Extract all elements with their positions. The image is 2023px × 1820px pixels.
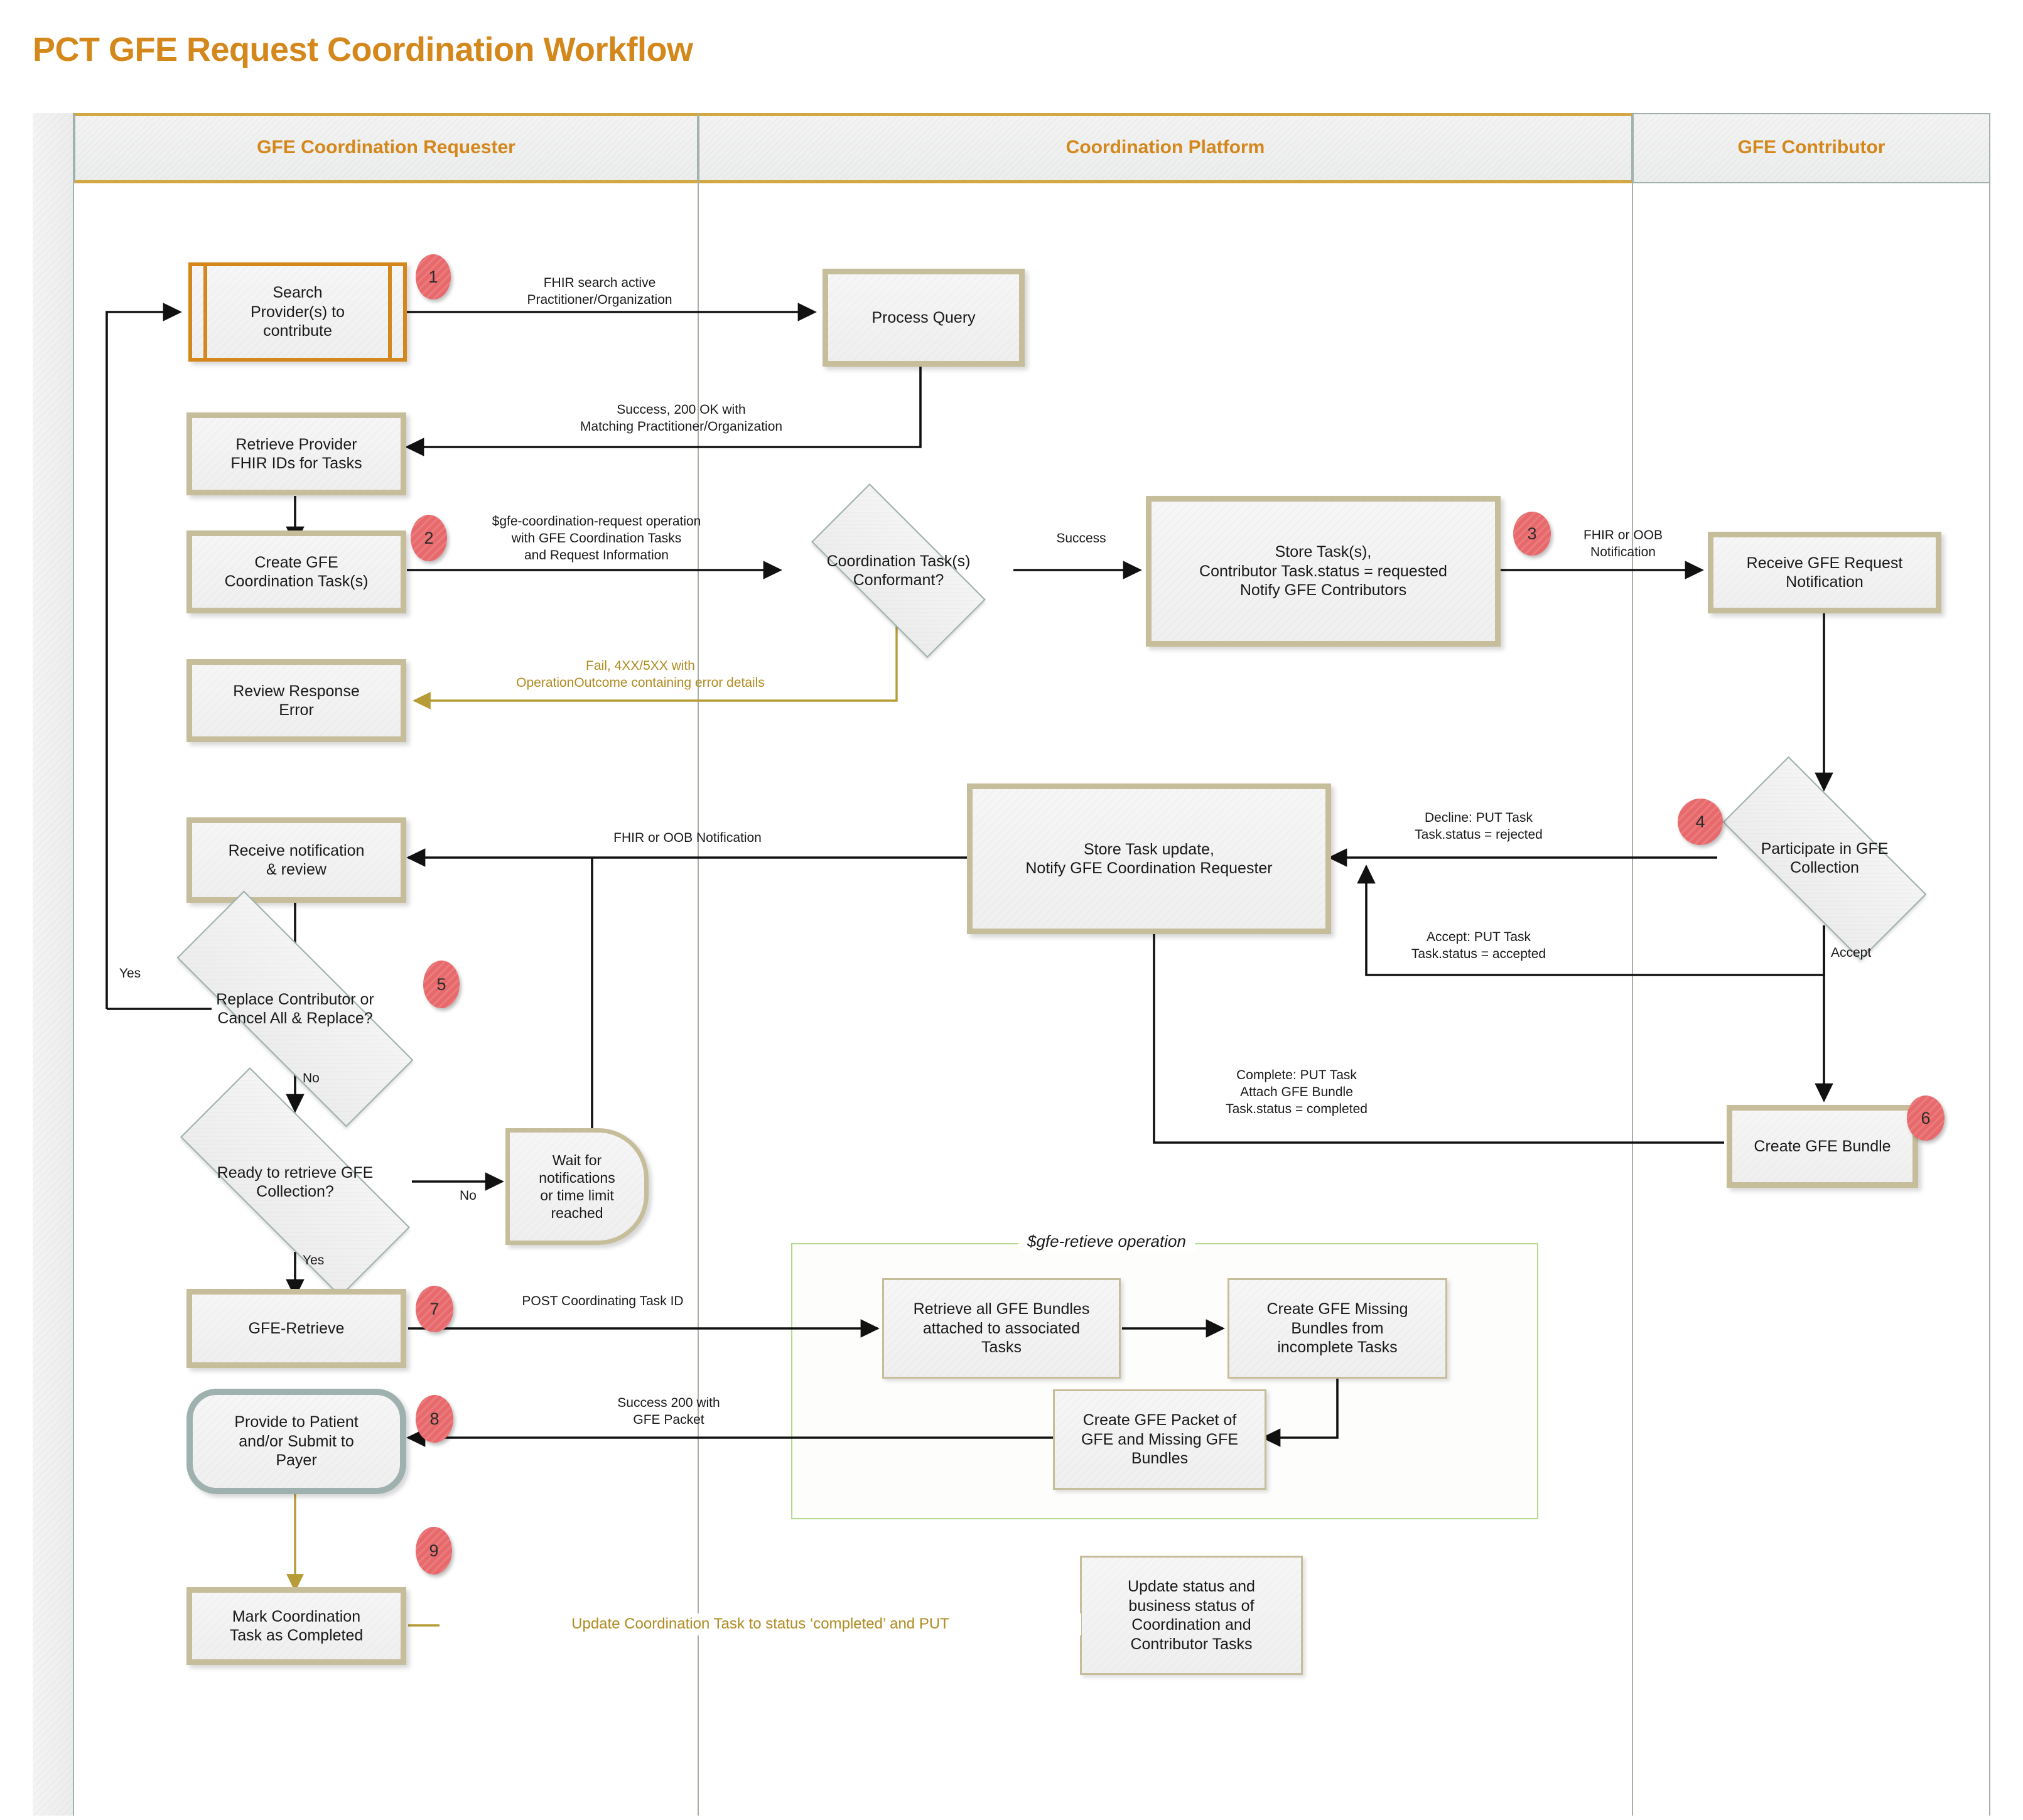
node-ready-retrieve-decision-label: Ready to retrieve GFE Collection? <box>217 1163 374 1201</box>
node-create-gfe-tasks-label: Create GFE Coordination Task(s) <box>224 553 369 591</box>
edge-label-fail-4xx: Fail, 4XX/5XX with OperationOutcome cont… <box>516 659 765 690</box>
node-create-gfe-bundle-label: Create GFE Bundle <box>1754 1137 1891 1155</box>
node-wait-notifications-label: Wait for notifications or time limit rea… <box>539 1151 615 1222</box>
node-retrieve-all-gfe-bundles[interactable]: Retrieve all GFE Bundles attached to ass… <box>882 1278 1121 1379</box>
node-ready-retrieve-decision[interactable]: Ready to retrieve GFE Collection? <box>135 1067 455 1297</box>
node-provide-to-patient[interactable]: Provide to Patient and/or Submit to Paye… <box>186 1389 406 1494</box>
edge-label-success-200: Success, 200 OK with Matching Practition… <box>580 402 783 434</box>
node-store-tasks-label: Store Task(s), Contributor Task.status =… <box>1199 543 1447 600</box>
node-conformant-decision-label: Coordination Task(s) Conformant? <box>826 552 971 590</box>
step-badge-9[interactable]: 9 <box>416 1527 452 1575</box>
node-mark-task-completed[interactable]: Mark Coordination Task as Completed <box>186 1587 406 1665</box>
step-badge-9-number: 9 <box>429 1541 439 1560</box>
step-badge-7-number: 7 <box>429 1299 440 1318</box>
step-badge-4-number: 4 <box>1695 812 1705 831</box>
step-badge-3[interactable]: 3 <box>1513 512 1551 556</box>
edge-label-gfe-coordination-request: $gfe-coordination-request operation with… <box>492 514 701 563</box>
step-badge-4[interactable]: 4 <box>1678 799 1723 845</box>
node-gfe-retrieve[interactable]: GFE-Retrieve <box>186 1289 406 1368</box>
edge-label-accept-put-task: Accept: PUT Task Task.status = accepted <box>1411 930 1546 961</box>
node-review-response-error[interactable]: Review Response Error <box>186 659 406 742</box>
edge-label-fhir-oob-notification-3: FHIR or OOB Notification <box>1583 528 1663 559</box>
step-badge-1-number: 1 <box>428 267 438 286</box>
edge-label-fhir-search: FHIR search active Practitioner/Organiza… <box>527 276 672 307</box>
edge-label-yes-ready: Yes <box>303 1253 325 1268</box>
node-update-status-label: Update status and business status of Coo… <box>1128 1578 1255 1653</box>
node-create-missing-bundles-label: Create GFE Missing Bundles from incomple… <box>1266 1300 1408 1357</box>
node-receive-notification-review[interactable]: Receive notification & review <box>186 817 406 903</box>
edge-label-fhir-oob-notification: FHIR or OOB Notification <box>613 831 762 845</box>
node-create-gfe-packet[interactable]: Create GFE Packet of GFE and Missing GFE… <box>1053 1389 1266 1490</box>
node-create-gfe-tasks[interactable]: Create GFE Coordination Task(s) <box>186 530 406 613</box>
node-gfe-retrieve-label: GFE-Retrieve <box>248 1319 345 1337</box>
node-retrieve-provider-ids[interactable]: Retrieve Provider FHIR IDs for Tasks <box>186 412 406 495</box>
node-participate-decision-label: Participate in GFE Collection <box>1761 839 1889 877</box>
node-retrieve-provider-ids-label: Retrieve Provider FHIR IDs for Tasks <box>230 435 362 473</box>
node-search-providers[interactable]: Search Provider(s) to contribute <box>188 262 407 362</box>
node-process-query[interactable]: Process Query <box>823 269 1025 367</box>
node-conformant-decision[interactable]: Coordination Task(s) Conformant? <box>782 483 1015 658</box>
node-participate-decision[interactable]: Participate in GFE Collection <box>1686 756 1963 961</box>
node-update-status[interactable]: Update status and business status of Coo… <box>1080 1556 1303 1675</box>
edge-label-complete-put-task: Complete: PUT Task Attach GFE Bundle Tas… <box>1226 1068 1368 1116</box>
step-badge-2[interactable]: 2 <box>411 515 447 561</box>
edge-label-yes-replace: Yes <box>119 966 141 981</box>
node-create-gfe-bundle[interactable]: Create GFE Bundle <box>1727 1105 1918 1188</box>
diagram-canvas: PCT GFE Request Coordination Workflow GF… <box>0 0 2023 1820</box>
node-review-response-error-label: Review Response Error <box>233 682 360 719</box>
node-store-tasks[interactable]: Store Task(s), Contributor Task.status =… <box>1146 496 1501 647</box>
edge-label-success: Success <box>1056 531 1106 546</box>
node-create-gfe-packet-label: Create GFE Packet of GFE and Missing GFE… <box>1081 1411 1239 1468</box>
step-badge-7[interactable]: 7 <box>416 1286 453 1332</box>
step-badge-8-number: 8 <box>429 1409 440 1428</box>
node-receive-gfe-request-notification[interactable]: Receive GFE Request Notification <box>1708 532 1941 613</box>
node-receive-gfe-request-notification-label: Receive GFE Request Notification <box>1746 554 1903 591</box>
node-store-task-update[interactable]: Store Task update, Notify GFE Coordinati… <box>967 783 1331 934</box>
step-badge-8[interactable]: 8 <box>416 1395 453 1443</box>
step-badge-6[interactable]: 6 <box>1907 1096 1945 1141</box>
edge-label-no-replace: No <box>303 1071 320 1085</box>
edge-label-update-coordination-task: Update Coordination Task to status ‘comp… <box>440 1613 1081 1635</box>
node-create-missing-bundles[interactable]: Create GFE Missing Bundles from incomple… <box>1227 1278 1447 1379</box>
edge-label-no-ready: No <box>460 1188 477 1203</box>
node-store-task-update-label: Store Task update, Notify GFE Coordinati… <box>1025 840 1273 878</box>
edge-label-post-coordinating-task-id: POST Coordinating Task ID <box>522 1294 684 1308</box>
node-provide-to-patient-label: Provide to Patient and/or Submit to Paye… <box>234 1413 359 1470</box>
edge-label-success-200-packet: Success 200 with GFE Packet <box>617 1396 720 1427</box>
step-badge-1[interactable]: 1 <box>416 254 451 299</box>
node-mark-task-completed-label: Mark Coordination Task as Completed <box>229 1607 364 1645</box>
node-search-providers-label: Search Provider(s) to contribute <box>250 284 345 340</box>
step-badge-6-number: 6 <box>1921 1108 1931 1128</box>
step-badge-2-number: 2 <box>424 528 434 547</box>
node-wait-notifications[interactable]: Wait for notifications or time limit rea… <box>505 1128 649 1245</box>
node-process-query-label: Process Query <box>871 308 976 326</box>
node-receive-notification-review-label: Receive notification & review <box>228 841 365 879</box>
node-retrieve-all-gfe-bundles-label: Retrieve all GFE Bundles attached to ass… <box>913 1300 1090 1357</box>
node-replace-contributor-decision[interactable]: Replace Contributor or Cancel All & Repl… <box>126 890 465 1128</box>
node-replace-contributor-decision-label: Replace Contributor or Cancel All & Repl… <box>216 990 374 1028</box>
edge-label-decline-put-task: Decline: PUT Task Task.status = rejected <box>1415 810 1543 842</box>
step-badge-3-number: 3 <box>1527 524 1537 543</box>
edge-label-accept: Accept <box>1831 945 1872 960</box>
